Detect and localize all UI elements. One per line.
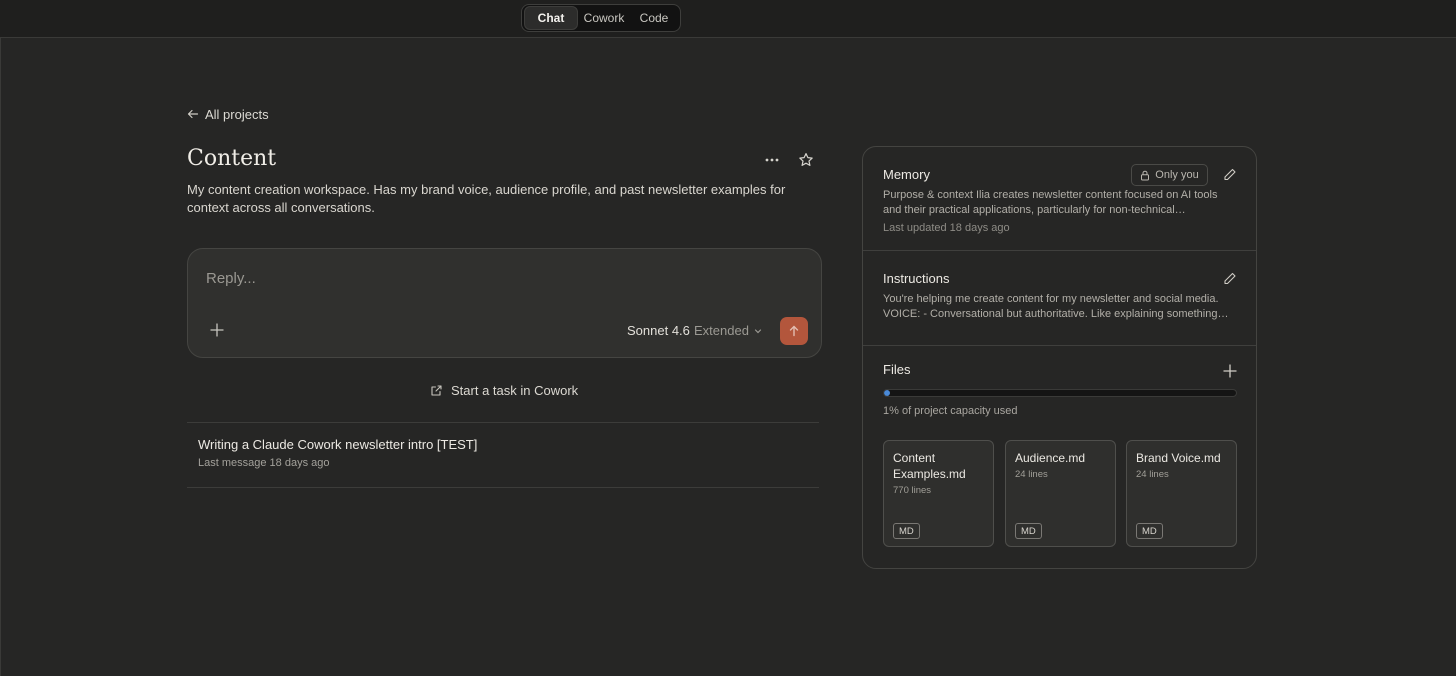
file-line-count: 770 lines: [893, 485, 932, 496]
reply-input[interactable]: [206, 267, 786, 289]
file-name: Audience.md: [1015, 451, 1086, 465]
file-line-count: 24 lines: [1136, 469, 1169, 480]
frame-edge: [0, 38, 1, 676]
chat-title: Writing a Claude Cowork newsletter intro…: [198, 437, 478, 452]
plus-icon: [210, 323, 224, 337]
tab-chat[interactable]: Chat: [524, 6, 578, 30]
capacity-progress-bar: [883, 389, 1237, 397]
project-knowledge-panel: Memory Only you Purpose & context Ilia c…: [862, 146, 1257, 569]
pencil-icon: [1224, 272, 1236, 285]
file-line-count: 24 lines: [1015, 469, 1048, 480]
more-options-button[interactable]: [762, 150, 782, 170]
project-description: My content creation workspace. Has my br…: [187, 182, 786, 215]
arrow-left-icon: [187, 109, 199, 119]
file-type-badge: MD: [893, 523, 920, 539]
chat-list-item[interactable]: Writing a Claude Cowork newsletter intro…: [198, 437, 477, 469]
file-card[interactable]: Brand Voice.md 24 lines MD: [1126, 440, 1237, 547]
add-attachment-button[interactable]: [208, 321, 226, 339]
message-composer: Sonnet 4.6 Extended: [187, 248, 822, 358]
instructions-title: Instructions: [883, 271, 950, 286]
back-to-projects-link[interactable]: All projects: [187, 105, 269, 123]
file-card[interactable]: Content Examples.md 770 lines MD: [883, 440, 994, 547]
arrow-up-icon: [789, 325, 799, 337]
favorite-button[interactable]: [796, 150, 816, 170]
page-title: Content: [187, 146, 277, 171]
file-type-badge: MD: [1136, 523, 1163, 539]
instructions-text-line-1: You're helping me create content for my …: [883, 293, 1219, 305]
start-cowork-task-link[interactable]: Start a task in Cowork: [430, 383, 578, 398]
memory-text-line-2: and their practical applications, partic…: [883, 204, 1186, 216]
file-name: Content Examples.md: [893, 451, 966, 481]
add-file-button[interactable]: [1222, 363, 1238, 379]
chat-list-divider-bottom: [187, 487, 819, 488]
thinking-mode-label: Extended: [694, 323, 749, 338]
thinking-mode-dropdown[interactable]: Extended: [694, 323, 763, 338]
mode-switch: Chat Cowork Code: [521, 4, 681, 32]
cowork-link-label: Start a task in Cowork: [451, 383, 579, 398]
visibility-badge[interactable]: Only you: [1131, 164, 1208, 186]
section-divider: [863, 345, 1256, 346]
visibility-label: Only you: [1155, 169, 1199, 181]
memory-text-line-1: Purpose & context Ilia creates newslette…: [883, 189, 1218, 201]
back-link-label: All projects: [205, 106, 269, 122]
star-icon: [799, 153, 813, 166]
tab-code[interactable]: Code: [630, 6, 678, 30]
files-title: Files: [883, 362, 911, 377]
edit-instructions-button[interactable]: [1223, 272, 1237, 286]
chat-last-message: Last message 18 days ago: [198, 457, 330, 469]
edit-memory-button[interactable]: [1223, 168, 1237, 182]
memory-title: Memory: [883, 167, 930, 182]
send-button[interactable]: [780, 317, 808, 345]
tab-cowork[interactable]: Cowork: [578, 6, 630, 30]
pencil-icon: [1224, 168, 1236, 181]
model-selector[interactable]: Sonnet 4.6: [627, 323, 690, 338]
capacity-progress-fill: [884, 390, 890, 396]
section-divider: [863, 250, 1256, 251]
top-bar: Chat Cowork Code: [0, 0, 1456, 38]
plus-icon: [1223, 364, 1237, 378]
external-link-icon: [431, 385, 442, 396]
chevron-down-icon: [754, 328, 762, 333]
chat-list-divider-top: [187, 422, 819, 423]
file-type-badge: MD: [1015, 523, 1042, 539]
file-name: Brand Voice.md: [1136, 451, 1221, 465]
instructions-text-line-2: VOICE: - Conversational but authoritativ…: [883, 308, 1229, 320]
capacity-label: 1% of project capacity used: [883, 405, 1018, 417]
memory-updated: Last updated 18 days ago: [883, 222, 1010, 234]
lock-icon: [1141, 170, 1150, 180]
title-actions: [762, 150, 816, 170]
file-card[interactable]: Audience.md 24 lines MD: [1005, 440, 1116, 547]
more-horizontal-icon: [765, 158, 779, 162]
